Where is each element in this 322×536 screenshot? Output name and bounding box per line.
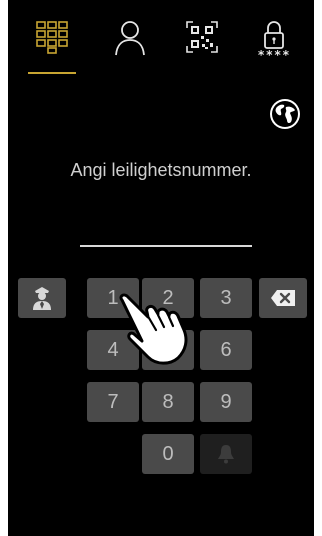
qr-code-icon	[186, 21, 218, 53]
tab-qr-code[interactable]	[172, 20, 232, 78]
tab-resident-list[interactable]	[100, 20, 160, 78]
intercom-screen: **** Angi leilighetsnummer. 1 2 3 4 5 6 …	[8, 0, 314, 536]
key-9[interactable]: 9	[200, 382, 252, 422]
globe-icon	[270, 99, 300, 129]
key-3[interactable]: 3	[200, 278, 252, 318]
key-8[interactable]: 8	[142, 382, 194, 422]
apartment-number-field	[80, 245, 252, 247]
key-1[interactable]: 1	[87, 278, 139, 318]
backspace-button[interactable]	[259, 278, 307, 318]
tab-lock-code[interactable]: ****	[244, 20, 304, 78]
key-4[interactable]: 4	[87, 330, 139, 370]
key-7[interactable]: 7	[87, 382, 139, 422]
key-2[interactable]: 2	[142, 278, 194, 318]
concierge-icon	[33, 287, 51, 310]
bell-icon	[218, 445, 234, 464]
tab-keypad[interactable]	[22, 20, 82, 78]
lock-code-icon	[264, 21, 284, 49]
language-button[interactable]	[269, 98, 301, 130]
person-icon	[115, 21, 145, 56]
key-0[interactable]: 0	[142, 434, 194, 474]
tab-bar: ****	[8, 0, 314, 80]
prompt-text: Angi leilighetsnummer.	[70, 160, 252, 180]
call-button[interactable]	[200, 434, 252, 474]
key-6[interactable]: 6	[200, 330, 252, 370]
backspace-icon	[271, 290, 295, 306]
keypad-icon	[36, 21, 68, 54]
key-5[interactable]: 5	[142, 330, 194, 370]
concierge-button[interactable]	[18, 278, 66, 318]
lock-code-label: ****	[257, 48, 291, 62]
